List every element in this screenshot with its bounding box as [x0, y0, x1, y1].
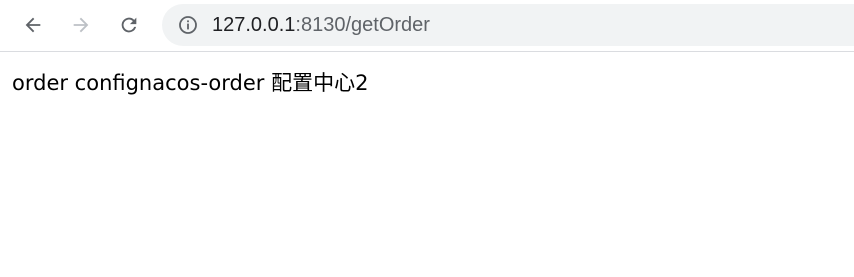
reload-button[interactable]	[112, 8, 146, 42]
browser-toolbar: 127.0.0.1:8130/getOrder	[0, 0, 854, 52]
page-body-text: order confignacos-order 配置中心2	[12, 71, 369, 95]
reload-icon	[121, 17, 137, 33]
forward-arrow-icon	[73, 17, 89, 33]
url-text[interactable]: 127.0.0.1:8130/getOrder	[212, 14, 430, 36]
address-bar[interactable]: 127.0.0.1:8130/getOrder	[162, 4, 854, 46]
forward-button[interactable]	[64, 8, 98, 42]
info-icon[interactable]	[178, 15, 198, 35]
url-path: :8130/getOrder	[295, 14, 430, 36]
url-host: 127.0.0.1	[212, 14, 296, 36]
back-arrow-icon	[25, 17, 41, 33]
back-button[interactable]	[16, 8, 50, 42]
